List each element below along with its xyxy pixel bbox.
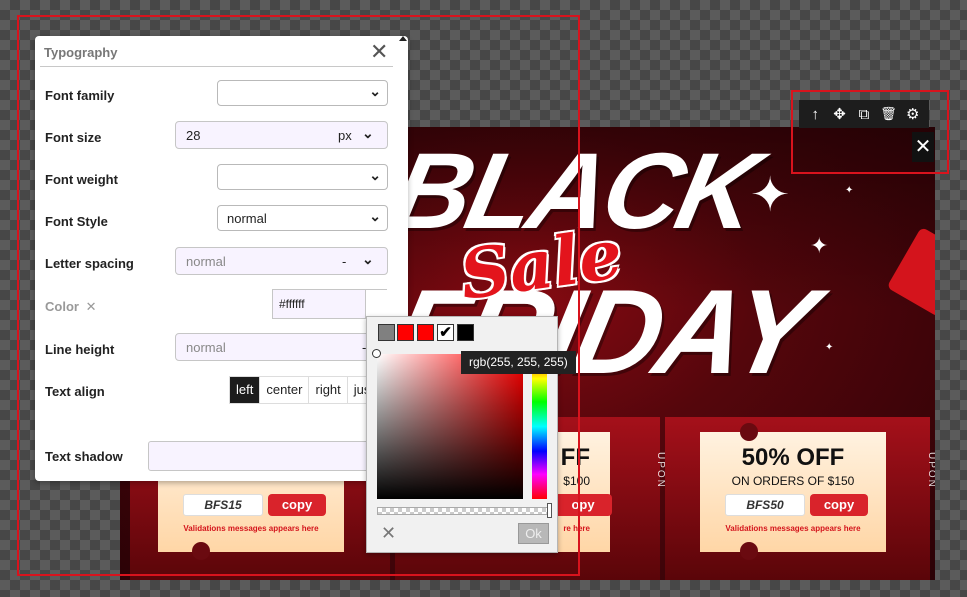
text-align-group: left center right just (229, 376, 382, 404)
copy-button[interactable]: copy (810, 494, 868, 516)
alpha-slider[interactable] (377, 507, 549, 515)
sparkle-icon: ✦ (825, 342, 834, 353)
letter-spacing-value: normal (186, 254, 226, 269)
font-weight-label: Font weight (45, 172, 118, 187)
align-right-button[interactable]: right (309, 377, 348, 403)
coupon-notch (740, 542, 758, 560)
line-height-value: normal (186, 340, 226, 355)
element-toolbar: ↑ ✥ ⧉ 🗑 ⚙ (799, 100, 929, 128)
arrow-up-icon[interactable]: ↑ (804, 106, 826, 123)
font-size-value: 28 (186, 128, 201, 143)
palette-swatch[interactable] (417, 324, 434, 341)
move-icon[interactable]: ✥ (829, 105, 851, 123)
align-center-button[interactable]: center (260, 377, 310, 403)
align-left-button[interactable]: left (230, 377, 261, 403)
alpha-handle[interactable] (547, 503, 552, 518)
clear-color-icon[interactable]: ✕ (86, 299, 97, 314)
chevron-down-icon[interactable]: ⌄ (362, 251, 374, 268)
font-size-label: Font size (45, 130, 102, 145)
letter-spacing-input[interactable]: normal - ⌄ (175, 247, 388, 275)
close-icon[interactable]: ✕ (370, 39, 388, 65)
palette-swatch[interactable] (378, 324, 395, 341)
copy-icon[interactable]: ⧉ (853, 106, 875, 123)
line-height-input[interactable]: normal - (175, 333, 375, 361)
ok-button[interactable]: Ok (518, 523, 549, 544)
palette-swatch-selected[interactable]: ✔ (437, 324, 454, 341)
panel-title: Typography (44, 45, 118, 60)
sparkle-icon: ✦ (750, 169, 791, 222)
font-style-label: Font Style (45, 214, 108, 229)
hue-slider[interactable] (532, 354, 547, 499)
line-height-label: Line height (45, 342, 115, 357)
chevron-down-icon[interactable]: ⌄ (362, 125, 374, 142)
typography-panel: Typography ✕ Font family ⌄ Font size 28 … (35, 36, 408, 481)
color-value: #ffffff (279, 297, 305, 311)
font-size-input[interactable]: 28 px ⌄ (175, 121, 388, 149)
coupon-card[interactable]: 50% OFF ON ORDERS OF $150 BFS50 copy Val… (700, 423, 886, 560)
sparkle-icon: ✦ (810, 233, 829, 258)
palette-swatch[interactable] (397, 324, 414, 341)
cancel-icon[interactable]: ✕ (381, 523, 396, 544)
color-label: Color ✕ (45, 299, 96, 315)
trash-icon[interactable]: 🗑 (877, 106, 899, 122)
coupon-side-text: UPON (926, 452, 935, 489)
color-swatch[interactable] (365, 290, 388, 318)
font-family-select[interactable]: ⌄ (217, 80, 388, 106)
coupon-notch (740, 423, 758, 441)
coupon-discount: 50% OFF (741, 444, 845, 471)
sparkle-icon: ✦ (845, 185, 854, 196)
font-weight-select[interactable]: ⌄ (217, 164, 388, 190)
palette-swatch[interactable] (457, 324, 474, 341)
font-size-unit[interactable]: px (338, 128, 352, 143)
font-family-label: Font family (45, 88, 115, 103)
color-tooltip: rgb(255, 255, 255) (461, 351, 576, 374)
saturation-value-area[interactable] (377, 354, 523, 499)
coupon-side-text: UPON (655, 452, 666, 489)
color-cursor[interactable] (372, 349, 381, 358)
gear-icon[interactable]: ⚙ (902, 105, 924, 123)
letter-spacing-label: Letter spacing (45, 256, 134, 271)
chevron-down-icon: ⌄ (369, 167, 381, 183)
text-shadow-label: Text shadow (45, 449, 123, 464)
color-label-text: Color (45, 299, 79, 314)
letter-spacing-unit[interactable]: - (342, 254, 346, 269)
chevron-down-icon: ⌄ (369, 83, 381, 99)
font-style-value: normal (227, 211, 267, 226)
coupon-subtitle: ON ORDERS OF $150 (731, 474, 855, 488)
validation-message: Validations messages appears here (725, 524, 861, 533)
coupon-code: BFS50 (725, 494, 805, 516)
text-shadow-input[interactable] (148, 441, 378, 471)
font-style-select[interactable]: normal ⌄ (217, 205, 388, 231)
color-input[interactable]: #ffffff (272, 289, 388, 319)
text-align-label: Text align (45, 384, 105, 399)
panel-header: Typography ✕ (40, 36, 393, 67)
chevron-down-icon: ⌄ (369, 208, 381, 224)
close-icon[interactable]: ✕ (912, 132, 934, 162)
scroll-up-icon[interactable] (399, 36, 407, 41)
